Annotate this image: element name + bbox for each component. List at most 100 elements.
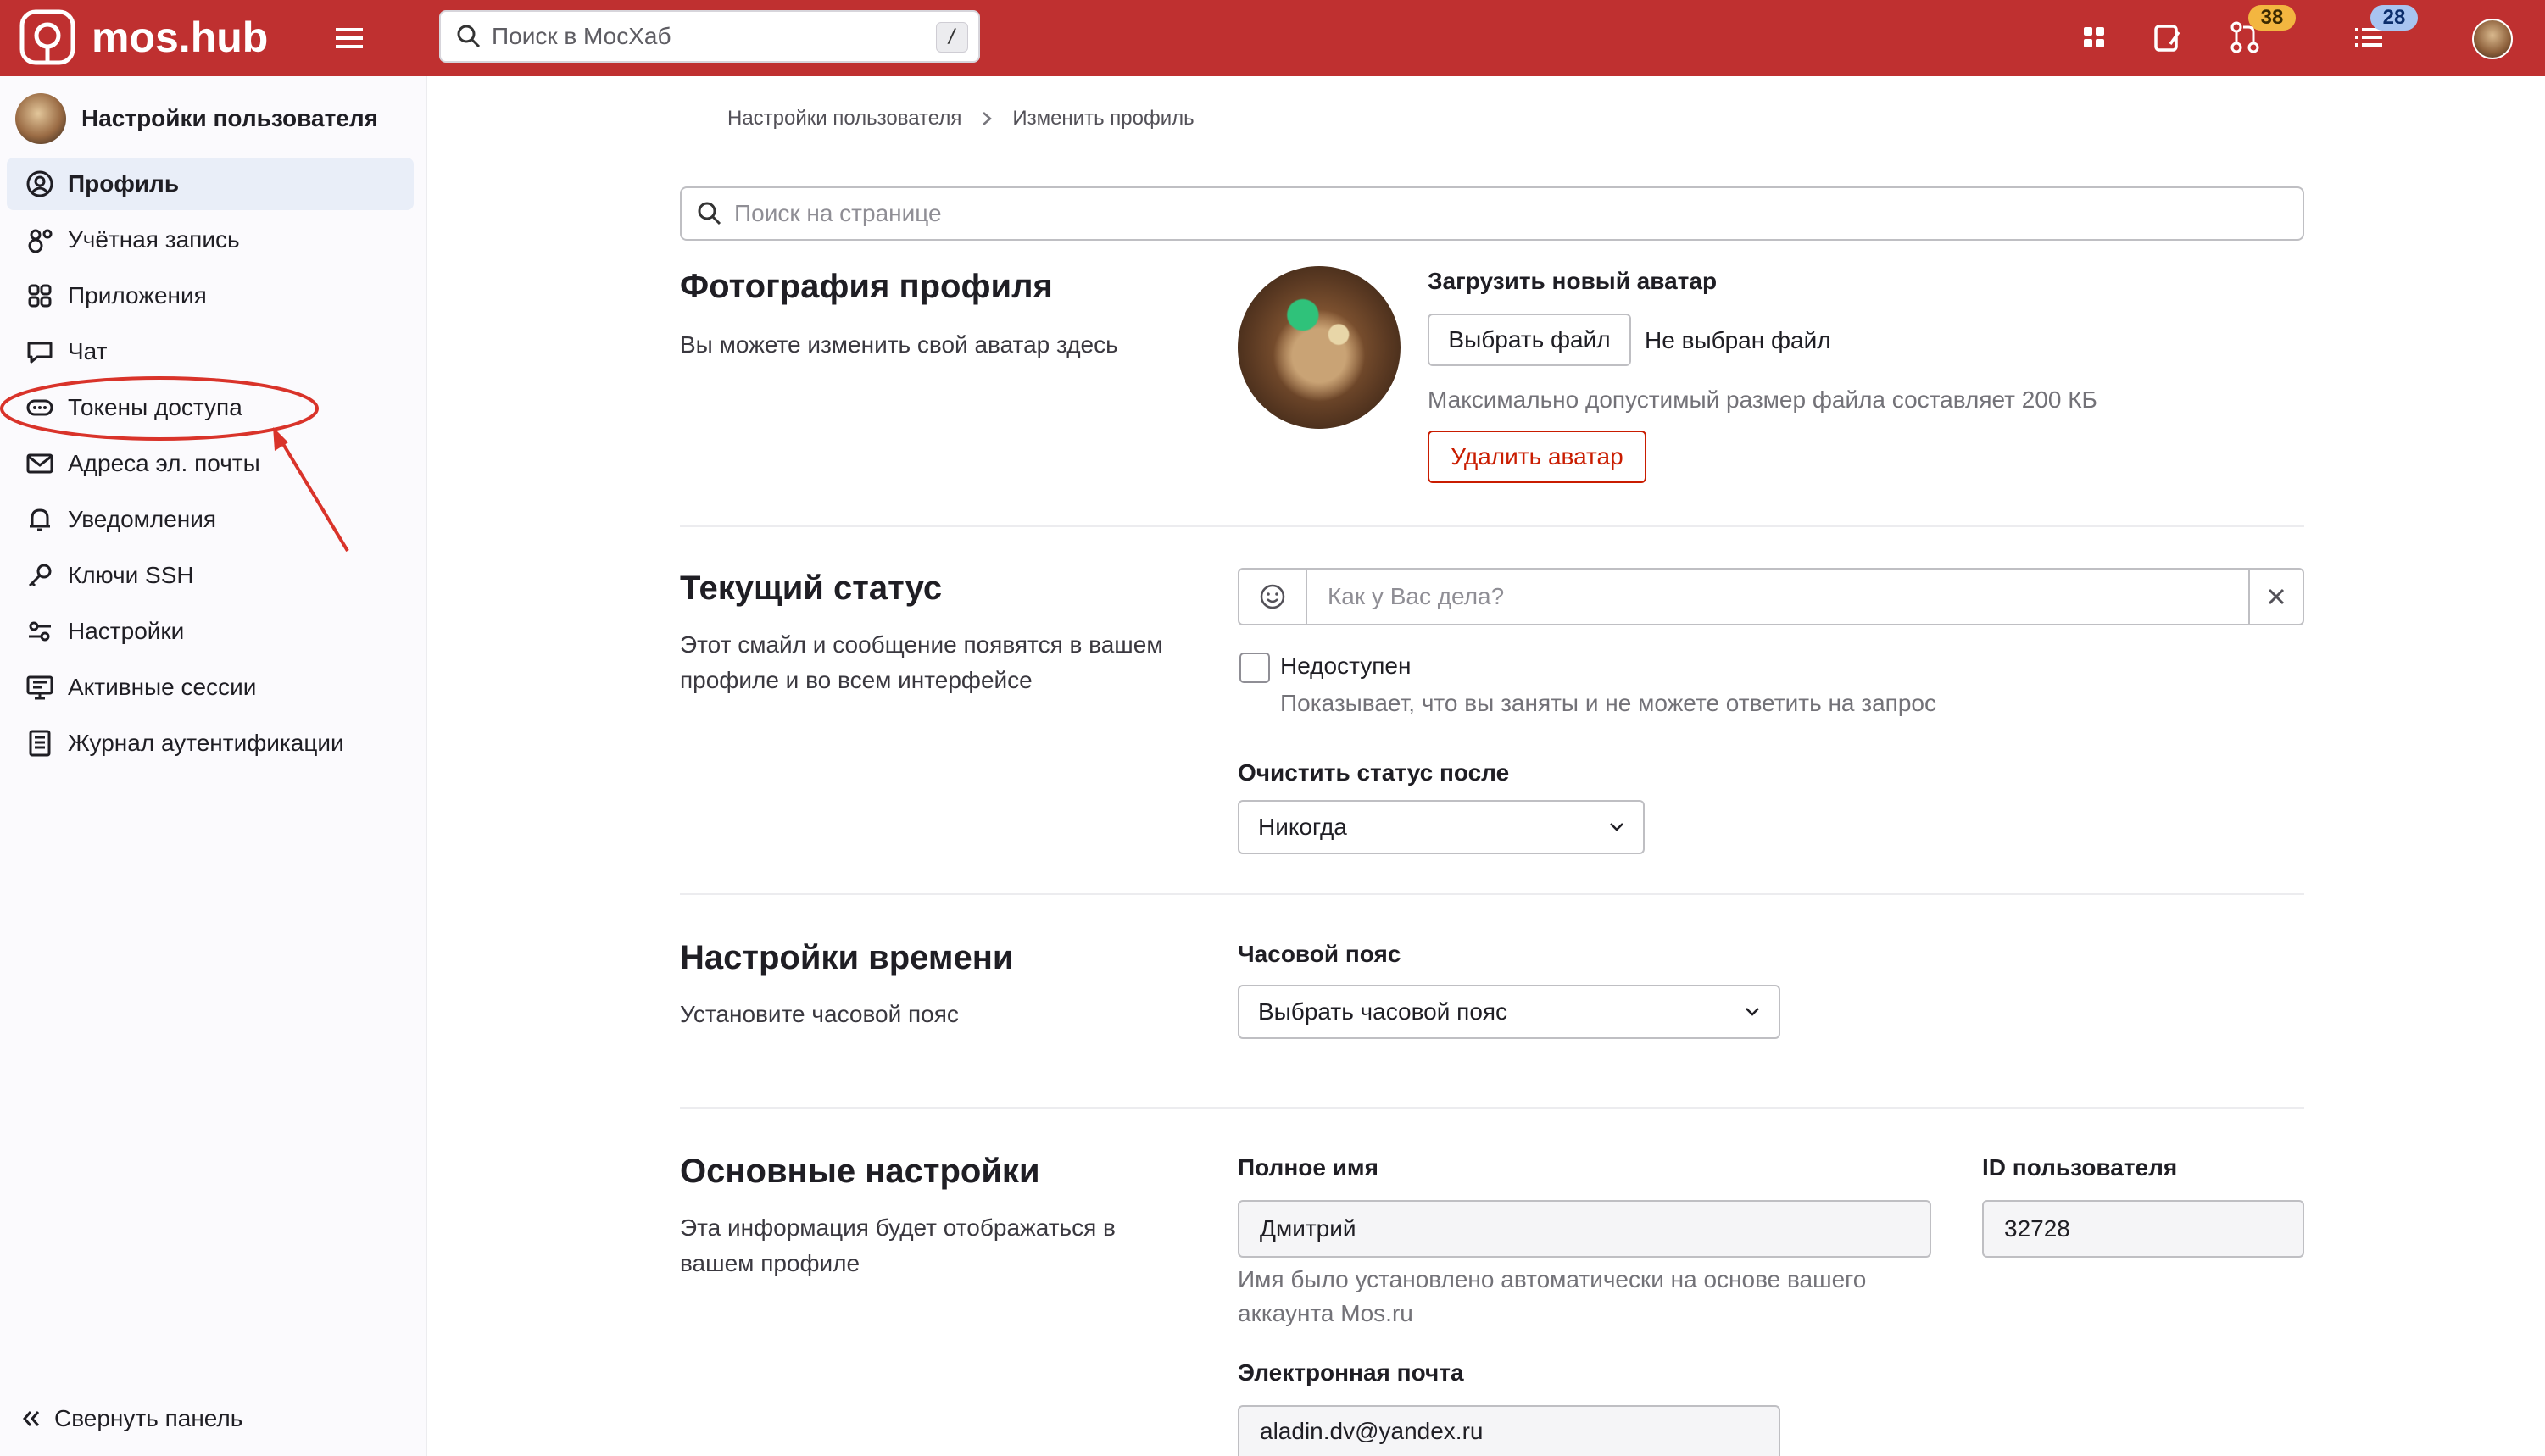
status-section-description: Этот смайл и сообщение появятся в вашем …	[680, 631, 1163, 693]
upload-avatar-label: Загрузить новый аватар	[1428, 268, 1718, 294]
user-id-field[interactable]: 32728	[1982, 1200, 2304, 1258]
sidebar-item-label: Токены доступа	[68, 394, 242, 420]
page-search[interactable]	[680, 186, 2304, 241]
time-section-title: Настройки времени	[680, 939, 1014, 976]
preferences-icon	[29, 621, 51, 642]
logo-text: mos.hub	[92, 14, 269, 61]
sidebar-item-label: Приложения	[68, 282, 207, 308]
collapse-label: Свернуть панель	[54, 1405, 243, 1431]
timezone-select[interactable]: Выбрать часовой пояс	[1238, 985, 1780, 1039]
emoji-picker-button[interactable]	[1239, 570, 1307, 624]
max-size-help: Максимально допустимый размер файла сост…	[1428, 386, 2097, 413]
mail-icon	[26, 453, 53, 474]
page-search-input[interactable]	[734, 200, 2260, 227]
sidebar-item-label: Настройки	[68, 618, 185, 644]
clear-status-select[interactable]: Никогда	[1238, 800, 1645, 854]
main-section-description: Эта информация будет отображаться в ваше…	[680, 1214, 1116, 1276]
section-divider	[680, 525, 2304, 527]
chevron-down-icon	[1610, 823, 1623, 831]
search-shortcut-key: /	[936, 22, 968, 53]
log-icon	[29, 730, 51, 757]
clear-status-button[interactable]	[2248, 570, 2303, 624]
collapse-sidebar-button[interactable]: Свернуть панель	[20, 1405, 242, 1432]
chat-icon	[27, 342, 53, 364]
timezone-label: Часовой пояс	[1238, 941, 1401, 967]
sidebar-item-profile[interactable]: Профиль	[7, 158, 414, 210]
email-value: aladin.dv@yandex.ru	[1260, 1418, 1484, 1444]
menu-icon[interactable]	[332, 24, 366, 53]
breadcrumb-parent[interactable]: Настройки пользователя	[727, 107, 961, 131]
sidebar-item-label: Журнал аутентификации	[68, 730, 344, 756]
user-id-value: 32728	[2004, 1215, 2070, 1242]
key-icon	[28, 564, 52, 587]
sidebar-title: Настройки пользователя	[81, 105, 378, 131]
breadcrumb-current: Изменить профиль	[1012, 107, 1195, 130]
user-avatar-menu[interactable]	[2472, 19, 2513, 59]
full-name-field[interactable]: Дмитрий	[1238, 1200, 1931, 1258]
sidebar: Настройки пользователя Профиль Учётная з…	[0, 76, 427, 1456]
merge-request-count-badge: 38	[2248, 5, 2296, 31]
profile-icon	[26, 170, 53, 197]
email-field[interactable]: aladin.dv@yandex.ru	[1238, 1405, 1780, 1456]
search-icon	[698, 202, 721, 225]
full-name-help: Имя было установлено автоматически на ос…	[1238, 1266, 1867, 1326]
smiley-icon	[1260, 584, 1285, 609]
status-message-input[interactable]	[1307, 570, 2248, 624]
user-id-label: ID пользователя	[1982, 1154, 2178, 1181]
sidebar-item-label: Уведомления	[68, 506, 217, 532]
busy-checkbox[interactable]	[1239, 653, 1270, 683]
todo-count-badge: 28	[2370, 5, 2418, 31]
sidebar-item-chat[interactable]: Чат	[7, 325, 414, 378]
choose-file-button[interactable]: Выбрать файл	[1428, 314, 1631, 366]
sidebar-item-label: Учётная запись	[68, 226, 240, 253]
monitor-icon	[26, 675, 53, 700]
top-bar: mos.hub / 38 28	[0, 0, 2545, 76]
sidebar-item-emails[interactable]: Адреса эл. почты	[7, 437, 414, 490]
email-label: Электронная почта	[1238, 1359, 1464, 1386]
logo-icon	[19, 9, 75, 65]
remove-avatar-button[interactable]: Удалить аватар	[1428, 431, 1646, 483]
double-chevron-left-icon	[23, 1411, 40, 1426]
apps-grid-icon[interactable]	[2075, 19, 2113, 56]
sidebar-item-label: Активные сессии	[68, 674, 257, 700]
main-section-title: Основные настройки	[680, 1153, 1040, 1190]
no-file-text: Не выбран файл	[1645, 327, 1831, 353]
close-icon	[2268, 588, 2285, 605]
sidebar-item-access-tokens[interactable]: Токены доступа	[7, 381, 414, 434]
applications-icon	[28, 284, 52, 308]
sidebar-item-applications[interactable]: Приложения	[7, 270, 414, 322]
account-icon	[28, 229, 53, 253]
sidebar-item-account[interactable]: Учётная запись	[7, 214, 414, 266]
sidebar-item-auth-log[interactable]: Журнал аутентификации	[7, 717, 414, 770]
sidebar-item-label: Профиль	[68, 170, 180, 197]
sidebar-item-notifications[interactable]: Уведомления	[7, 493, 414, 546]
section-divider	[680, 893, 2304, 895]
logo[interactable]: mos.hub	[19, 8, 268, 66]
sidebar-header: Настройки пользователя	[15, 93, 378, 144]
bell-icon	[30, 508, 50, 531]
full-name-value: Дмитрий	[1260, 1215, 1356, 1242]
timezone-value: Выбрать часовой пояс	[1258, 998, 1508, 1025]
sidebar-item-preferences[interactable]: Настройки	[7, 605, 414, 658]
global-search-input[interactable]	[492, 23, 916, 50]
avatar	[1238, 266, 1401, 429]
breadcrumb: Настройки пользователя Изменить профиль	[727, 107, 1195, 131]
photo-section-title: Фотография профиля	[680, 268, 1053, 305]
issues-icon[interactable]	[2148, 19, 2186, 56]
time-section-description: Установите часовой пояс	[680, 1001, 959, 1027]
token-icon	[26, 399, 53, 416]
avatar	[15, 93, 66, 144]
status-section-title: Текущий статус	[680, 570, 943, 607]
global-search[interactable]: /	[439, 10, 980, 63]
sidebar-item-active-sessions[interactable]: Активные сессии	[7, 661, 414, 714]
sidebar-item-ssh-keys[interactable]: Ключи SSH	[7, 549, 414, 602]
section-divider	[680, 1107, 2304, 1109]
sidebar-item-label: Ключи SSH	[68, 562, 194, 588]
busy-help: Показывает, что вы заняты и не можете от…	[1280, 690, 1936, 716]
search-icon	[457, 25, 481, 48]
chevron-down-icon	[1746, 1008, 1759, 1016]
full-name-label: Полное имя	[1238, 1154, 1378, 1181]
clear-status-value: Никогда	[1258, 814, 1347, 840]
sidebar-item-label: Чат	[68, 338, 108, 364]
clear-status-label: Очистить статус после	[1238, 759, 1510, 786]
